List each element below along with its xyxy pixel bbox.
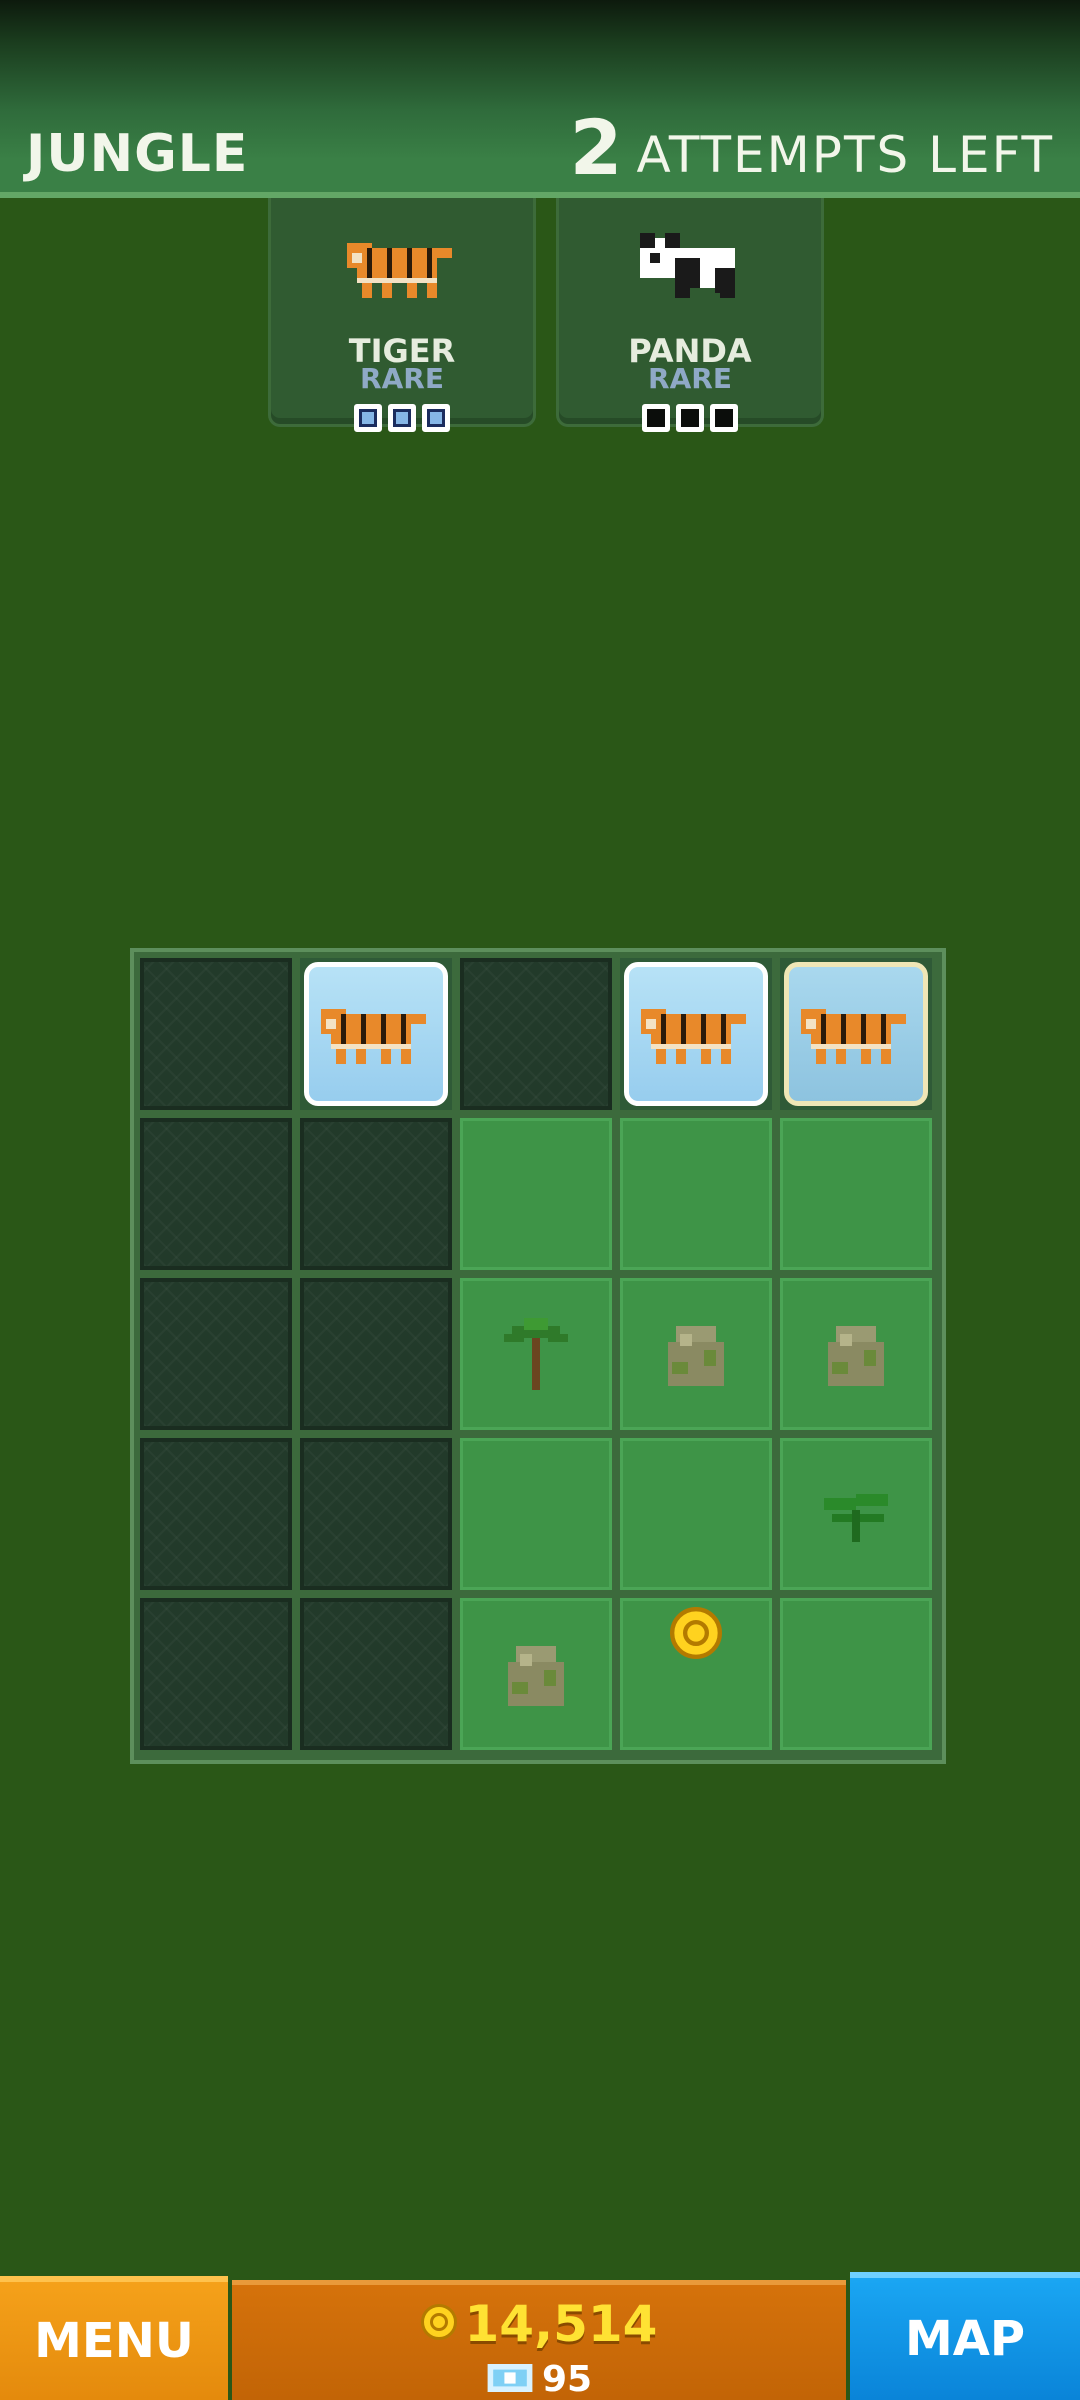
found-animal-tile — [620, 958, 772, 1110]
dug-tile — [300, 1598, 452, 1750]
found-animal-tile — [780, 958, 932, 1110]
card-rarity: RARE — [360, 362, 444, 395]
fern-icon — [783, 1441, 929, 1587]
dug-tile — [140, 958, 292, 1110]
progress-box — [642, 404, 670, 432]
animal-card-panda[interactable]: PANDA RARE — [556, 198, 824, 432]
rock-icon — [623, 1281, 769, 1427]
menu-button[interactable]: MENU — [0, 2276, 228, 2400]
grass-tile[interactable] — [780, 1278, 932, 1430]
dug-tile — [140, 1598, 292, 1750]
progress-box — [422, 404, 450, 432]
grass-tile[interactable] — [780, 1118, 932, 1270]
grass-tile[interactable] — [460, 1278, 612, 1430]
progress-box — [676, 404, 704, 432]
tiger-icon — [271, 228, 533, 308]
dug-tile — [140, 1438, 292, 1590]
grass-tile[interactable] — [620, 1118, 772, 1270]
rock-icon — [783, 1281, 929, 1427]
gem-count: 95 — [541, 2359, 593, 2400]
dug-tile — [140, 1278, 292, 1430]
grass-tile[interactable] — [460, 1118, 612, 1270]
progress-box — [354, 404, 382, 432]
currency-panel: 14,514 95 — [232, 2280, 846, 2400]
bottom-bar: MENU 14,514 95 MAP — [0, 2272, 1080, 2400]
progress-box — [388, 404, 416, 432]
dug-tile — [300, 1438, 452, 1590]
tiger-icon — [784, 962, 928, 1106]
card-rarity: RARE — [648, 362, 732, 395]
grass-tile[interactable] — [780, 1438, 932, 1590]
animal-cards: TIGER RARE PANDA RARE — [268, 198, 824, 432]
found-animal-tile — [300, 958, 452, 1110]
dug-tile — [300, 1278, 452, 1430]
dig-board — [130, 948, 946, 1764]
gem-balance: 95 — [232, 2359, 846, 2400]
rock-icon — [463, 1601, 609, 1747]
panda-icon — [559, 228, 821, 308]
coin-balance: 14,514 — [232, 2295, 846, 2353]
grass-tile[interactable] — [460, 1438, 612, 1590]
attempts-label: ATTEMPTS LEFT — [636, 126, 1054, 184]
grass-tile[interactable] — [620, 1598, 772, 1750]
progress-box — [710, 404, 738, 432]
attempts-count: 2 — [569, 103, 623, 192]
grass-tile[interactable] — [620, 1438, 772, 1590]
coin-icon[interactable] — [623, 1601, 769, 1747]
top-bar: JUNGLE 2 ATTEMPTS LEFT — [0, 0, 1080, 198]
collection-progress — [559, 404, 821, 432]
coin-icon — [420, 2304, 457, 2344]
dug-tile — [300, 1118, 452, 1270]
map-button[interactable]: MAP — [850, 2272, 1080, 2400]
animal-card-tiger[interactable]: TIGER RARE — [268, 198, 536, 432]
tiger-icon — [624, 962, 768, 1106]
coin-count: 14,514 — [464, 2295, 658, 2353]
tiger-icon — [304, 962, 448, 1106]
grass-tile[interactable] — [780, 1598, 932, 1750]
gem-icon — [486, 2363, 534, 2396]
palm-tree-icon — [463, 1281, 609, 1427]
grass-tile[interactable] — [460, 1598, 612, 1750]
grass-tile[interactable] — [620, 1278, 772, 1430]
attempts-counter: 2 ATTEMPTS LEFT — [569, 103, 1054, 192]
collection-progress — [271, 404, 533, 432]
dug-tile — [460, 958, 612, 1110]
zone-title: JUNGLE — [26, 124, 249, 184]
dug-tile — [140, 1118, 292, 1270]
